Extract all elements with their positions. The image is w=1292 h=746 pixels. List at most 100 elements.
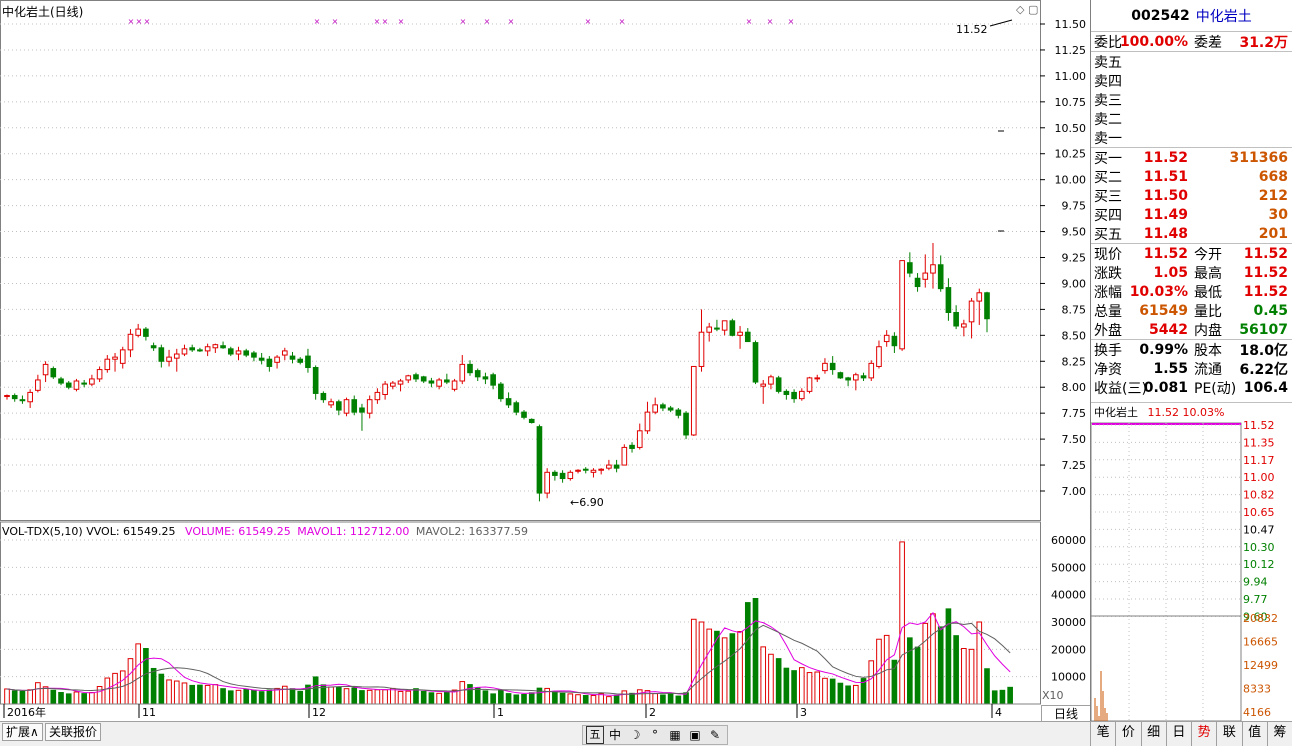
candle-body [590,469,597,473]
date-label: 1 [497,706,504,719]
buy-price: 11.52 [1143,149,1188,166]
volume-bar [258,691,265,705]
volume-bar [428,692,435,705]
volume-bar [559,692,566,705]
volume-bar [297,690,304,705]
candle-body [382,383,388,395]
buy-row: 买五 11.48 201 [1091,224,1292,243]
stat-label: 内盘 [1194,322,1222,339]
intraday-mini-chart[interactable]: 中化岩土 11.52 10.03% 11.52 11.35 11.17 11.00 10… [1091,402,1292,722]
volume-bar [390,687,396,705]
volume-bar [652,693,659,705]
signal-mark: × [382,17,389,26]
volume-bar [675,695,682,705]
candle-body [81,382,87,385]
right-panel-tab[interactable]: 细 [1140,722,1166,746]
sell-row: 卖五 [1091,52,1292,71]
right-panel-tab[interactable]: 值 [1241,722,1267,746]
candle-body [359,407,365,413]
right-panel-tab[interactable]: 势 [1191,722,1216,746]
candle-body [575,469,581,472]
right-panel-tab[interactable]: 筹 [1266,722,1292,746]
mini-price-tick: 10.65 [1243,506,1275,519]
stat-label: PE(动) [1194,380,1237,397]
panel-icons[interactable]: ◇ ▢ [1016,3,1038,16]
candle-body [845,377,851,381]
stat-value: 11.52 [1143,245,1188,262]
expand-tab[interactable]: 扩展∧ [2,723,43,741]
candle-body [706,326,713,333]
volume-bar [498,689,504,705]
kline-chart-area[interactable]: 11.50 11.25 11.00 10.75 10.50 10.25 10.00 9.75 9… [0,0,1090,721]
volume-bar [907,637,913,705]
volume-bar [937,626,944,705]
volume-bar [930,613,936,705]
toolbar-button[interactable]: ▣ [686,726,704,744]
volume-bar [4,688,10,705]
candle-body [891,335,898,347]
toolbar-button[interactable]: 五 [586,726,604,744]
stat-label: 现价 [1094,246,1122,263]
volume-bar [814,671,821,705]
right-panel-tab[interactable]: 笔 [1090,722,1115,746]
volume-bar [11,690,18,705]
candle-body [899,260,905,350]
volume-bar [351,687,358,705]
candle-body [513,402,520,413]
toolbar-button[interactable]: 中 [606,726,624,744]
volume-bar [544,687,550,705]
volume-bar [667,693,674,705]
right-panel-tab[interactable]: 价 [1115,722,1140,746]
candle-body [212,344,219,349]
right-panel-tabs: 笔价细日势联值筹 [1090,722,1292,746]
volume-bar [636,689,643,705]
vvol-value: VVOL: 61549.25 [86,525,176,538]
candle-body [405,375,412,381]
price-tick-label: 10.50 [1055,122,1087,135]
candle-body [760,383,767,387]
buy-volume: 30 [1268,206,1288,223]
toolbar-button[interactable]: ✎ [706,726,724,744]
stock-name[interactable]: 中化岩土 [1196,6,1252,26]
price-tick-label: 10.75 [1055,96,1087,109]
volume-bar [227,690,234,705]
day-line-tab[interactable]: 日线 [1041,705,1090,721]
candle-body [42,363,49,376]
candle-body [922,272,929,280]
volume-bar [775,658,782,705]
volume-bar [459,681,466,705]
mini-price-tick: 11.52 [1243,419,1275,432]
candle-body [490,374,496,386]
volume-bar [436,692,442,705]
right-panel-tab[interactable]: 日 [1165,722,1191,746]
volume-bar [528,692,535,705]
mavol1-value: MAVOL1: 112712.00 [297,525,410,538]
buy-row: 买四 11.49 30 [1091,205,1292,224]
volume-bar [366,689,373,705]
date-label: 3 [800,706,807,719]
volume-bar [590,695,597,705]
toolbar-button[interactable]: ▦ [666,726,684,744]
candle-body [243,350,250,356]
date-label: 11 [142,706,156,719]
volume-bar [89,692,95,705]
volume-bar [706,628,713,705]
volume-bar [335,686,342,705]
price-tick-label: 11.00 [1055,70,1087,83]
related-quotes-tab[interactable]: 关联报价 [45,723,102,741]
right-panel-tab[interactable]: 联 [1216,722,1241,746]
candle-body [937,264,944,290]
stat-value: 56107 [1239,321,1288,338]
candle-body [135,328,141,336]
toolbar-button[interactable]: ° [646,726,664,744]
signal-mark: × [460,17,467,26]
volume-bar [143,648,149,705]
stat-label: 外盘 [1094,322,1122,339]
candle-body [567,471,574,480]
volume-bar [521,693,527,705]
candle-body [853,374,859,381]
volume-bar [991,690,998,705]
candle-body [235,350,242,355]
mini-volume-tick: 8333 [1243,683,1271,696]
toolbar-button[interactable]: ☽ [626,726,644,744]
